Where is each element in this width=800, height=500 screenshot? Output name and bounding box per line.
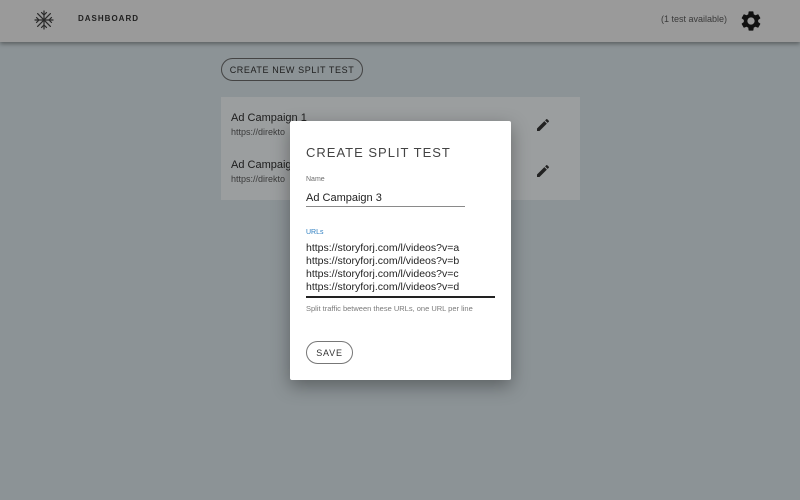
create-split-test-dialog: CREATE SPLIT TEST Name URLs https://stor… xyxy=(290,121,511,380)
save-button[interactable]: SAVE xyxy=(306,341,353,364)
urls-textarea[interactable]: https://storyforj.com/l/videos?v=a https… xyxy=(306,242,495,298)
urls-label: URLs xyxy=(306,229,324,236)
snowflake-logo-icon[interactable] xyxy=(34,10,54,30)
name-label: Name xyxy=(306,176,325,183)
gear-icon[interactable] xyxy=(739,9,763,33)
create-new-split-test-button[interactable]: CREATE NEW SPLIT TEST xyxy=(221,58,363,81)
pencil-icon[interactable] xyxy=(535,163,551,179)
pencil-icon[interactable] xyxy=(535,117,551,133)
tests-available-text: (1 test available) xyxy=(661,14,728,24)
nav-dashboard-link[interactable]: DASHBOARD xyxy=(78,14,139,23)
dialog-title: CREATE SPLIT TEST xyxy=(306,145,451,160)
app-bar: DASHBOARD (1 test available) xyxy=(0,0,800,42)
urls-helper-text: Split traffic between these URLs, one UR… xyxy=(306,304,473,313)
name-input[interactable] xyxy=(306,189,465,207)
